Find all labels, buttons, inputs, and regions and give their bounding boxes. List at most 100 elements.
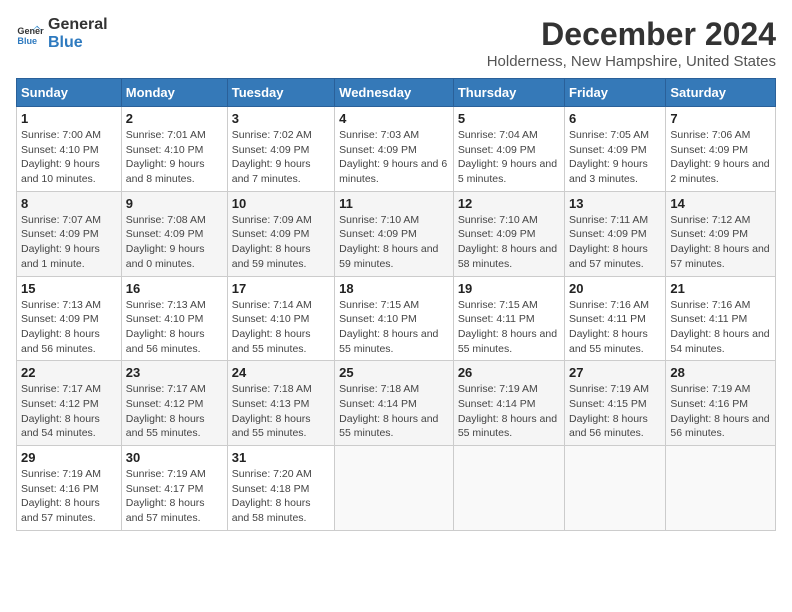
calendar-cell: 11 Sunrise: 7:10 AMSunset: 4:09 PMDaylig… — [335, 191, 454, 276]
day-number: 16 — [126, 281, 223, 296]
calendar-week-2: 8 Sunrise: 7:07 AMSunset: 4:09 PMDayligh… — [17, 191, 776, 276]
calendar-cell: 12 Sunrise: 7:10 AMSunset: 4:09 PMDaylig… — [453, 191, 564, 276]
day-number: 7 — [670, 111, 771, 126]
day-info: Sunrise: 7:17 AMSunset: 4:12 PMDaylight:… — [21, 383, 101, 439]
day-info: Sunrise: 7:19 AMSunset: 4:17 PMDaylight:… — [126, 468, 206, 524]
weekday-header-monday: Monday — [121, 79, 227, 107]
day-number: 10 — [232, 196, 330, 211]
day-number: 21 — [670, 281, 771, 296]
calendar-cell: 1 Sunrise: 7:00 AMSunset: 4:10 PMDayligh… — [17, 107, 122, 192]
logo-icon: General Blue — [16, 20, 44, 48]
day-number: 8 — [21, 196, 117, 211]
calendar-cell: 29 Sunrise: 7:19 AMSunset: 4:16 PMDaylig… — [17, 446, 122, 531]
day-number: 2 — [126, 111, 223, 126]
day-info: Sunrise: 7:10 AMSunset: 4:09 PMDaylight:… — [339, 214, 438, 270]
day-number: 11 — [339, 196, 449, 211]
logo-general: General — [48, 16, 108, 34]
calendar-cell: 17 Sunrise: 7:14 AMSunset: 4:10 PMDaylig… — [227, 276, 334, 361]
day-info: Sunrise: 7:10 AMSunset: 4:09 PMDaylight:… — [458, 214, 557, 270]
calendar-cell: 8 Sunrise: 7:07 AMSunset: 4:09 PMDayligh… — [17, 191, 122, 276]
calendar-cell: 20 Sunrise: 7:16 AMSunset: 4:11 PMDaylig… — [565, 276, 666, 361]
month-title: December 2024 — [487, 16, 776, 53]
calendar-cell: 2 Sunrise: 7:01 AMSunset: 4:10 PMDayligh… — [121, 107, 227, 192]
day-info: Sunrise: 7:08 AMSunset: 4:09 PMDaylight:… — [126, 214, 206, 270]
calendar-cell: 25 Sunrise: 7:18 AMSunset: 4:14 PMDaylig… — [335, 361, 454, 446]
day-number: 15 — [21, 281, 117, 296]
day-info: Sunrise: 7:06 AMSunset: 4:09 PMDaylight:… — [670, 129, 769, 185]
day-info: Sunrise: 7:19 AMSunset: 4:16 PMDaylight:… — [670, 383, 769, 439]
day-number: 23 — [126, 365, 223, 380]
day-number: 17 — [232, 281, 330, 296]
weekday-header-thursday: Thursday — [453, 79, 564, 107]
day-info: Sunrise: 7:01 AMSunset: 4:10 PMDaylight:… — [126, 129, 206, 185]
day-info: Sunrise: 7:12 AMSunset: 4:09 PMDaylight:… — [670, 214, 769, 270]
calendar-cell — [565, 446, 666, 531]
calendar-week-1: 1 Sunrise: 7:00 AMSunset: 4:10 PMDayligh… — [17, 107, 776, 192]
calendar-cell: 26 Sunrise: 7:19 AMSunset: 4:14 PMDaylig… — [453, 361, 564, 446]
day-info: Sunrise: 7:15 AMSunset: 4:11 PMDaylight:… — [458, 299, 557, 355]
calendar-week-5: 29 Sunrise: 7:19 AMSunset: 4:16 PMDaylig… — [17, 446, 776, 531]
day-number: 25 — [339, 365, 449, 380]
page-header: General Blue General Blue December 2024 … — [16, 16, 776, 70]
logo: General Blue General Blue — [16, 16, 108, 51]
calendar-table: SundayMondayTuesdayWednesdayThursdayFrid… — [16, 78, 776, 531]
weekday-header-row: SundayMondayTuesdayWednesdayThursdayFrid… — [17, 79, 776, 107]
day-info: Sunrise: 7:16 AMSunset: 4:11 PMDaylight:… — [670, 299, 769, 355]
calendar-cell: 22 Sunrise: 7:17 AMSunset: 4:12 PMDaylig… — [17, 361, 122, 446]
day-number: 26 — [458, 365, 560, 380]
weekday-header-tuesday: Tuesday — [227, 79, 334, 107]
calendar-cell: 3 Sunrise: 7:02 AMSunset: 4:09 PMDayligh… — [227, 107, 334, 192]
day-info: Sunrise: 7:19 AMSunset: 4:16 PMDaylight:… — [21, 468, 101, 524]
calendar-cell: 24 Sunrise: 7:18 AMSunset: 4:13 PMDaylig… — [227, 361, 334, 446]
calendar-cell: 4 Sunrise: 7:03 AMSunset: 4:09 PMDayligh… — [335, 107, 454, 192]
day-number: 27 — [569, 365, 661, 380]
day-info: Sunrise: 7:18 AMSunset: 4:13 PMDaylight:… — [232, 383, 312, 439]
title-area: December 2024 Holderness, New Hampshire,… — [487, 16, 776, 70]
calendar-cell: 16 Sunrise: 7:13 AMSunset: 4:10 PMDaylig… — [121, 276, 227, 361]
calendar-week-4: 22 Sunrise: 7:17 AMSunset: 4:12 PMDaylig… — [17, 361, 776, 446]
day-number: 22 — [21, 365, 117, 380]
day-info: Sunrise: 7:15 AMSunset: 4:10 PMDaylight:… — [339, 299, 438, 355]
calendar-cell — [335, 446, 454, 531]
day-number: 30 — [126, 450, 223, 465]
weekday-header-wednesday: Wednesday — [335, 79, 454, 107]
day-number: 24 — [232, 365, 330, 380]
calendar-cell: 10 Sunrise: 7:09 AMSunset: 4:09 PMDaylig… — [227, 191, 334, 276]
weekday-header-sunday: Sunday — [17, 79, 122, 107]
day-number: 18 — [339, 281, 449, 296]
svg-text:General: General — [17, 26, 44, 36]
calendar-cell: 7 Sunrise: 7:06 AMSunset: 4:09 PMDayligh… — [666, 107, 776, 192]
calendar-cell: 6 Sunrise: 7:05 AMSunset: 4:09 PMDayligh… — [565, 107, 666, 192]
calendar-cell: 14 Sunrise: 7:12 AMSunset: 4:09 PMDaylig… — [666, 191, 776, 276]
calendar-cell: 9 Sunrise: 7:08 AMSunset: 4:09 PMDayligh… — [121, 191, 227, 276]
day-info: Sunrise: 7:13 AMSunset: 4:09 PMDaylight:… — [21, 299, 101, 355]
day-info: Sunrise: 7:09 AMSunset: 4:09 PMDaylight:… — [232, 214, 312, 270]
logo-blue: Blue — [48, 34, 108, 52]
calendar-week-3: 15 Sunrise: 7:13 AMSunset: 4:09 PMDaylig… — [17, 276, 776, 361]
calendar-cell: 15 Sunrise: 7:13 AMSunset: 4:09 PMDaylig… — [17, 276, 122, 361]
day-info: Sunrise: 7:14 AMSunset: 4:10 PMDaylight:… — [232, 299, 312, 355]
day-info: Sunrise: 7:11 AMSunset: 4:09 PMDaylight:… — [569, 214, 648, 270]
day-number: 9 — [126, 196, 223, 211]
day-info: Sunrise: 7:16 AMSunset: 4:11 PMDaylight:… — [569, 299, 649, 355]
day-info: Sunrise: 7:00 AMSunset: 4:10 PMDaylight:… — [21, 129, 101, 185]
day-number: 6 — [569, 111, 661, 126]
day-info: Sunrise: 7:13 AMSunset: 4:10 PMDaylight:… — [126, 299, 206, 355]
day-number: 13 — [569, 196, 661, 211]
svg-text:Blue: Blue — [17, 35, 37, 45]
calendar-cell: 19 Sunrise: 7:15 AMSunset: 4:11 PMDaylig… — [453, 276, 564, 361]
day-info: Sunrise: 7:05 AMSunset: 4:09 PMDaylight:… — [569, 129, 649, 185]
day-number: 19 — [458, 281, 560, 296]
day-number: 20 — [569, 281, 661, 296]
location-title: Holderness, New Hampshire, United States — [487, 53, 776, 70]
day-info: Sunrise: 7:20 AMSunset: 4:18 PMDaylight:… — [232, 468, 312, 524]
day-info: Sunrise: 7:03 AMSunset: 4:09 PMDaylight:… — [339, 129, 447, 185]
day-number: 31 — [232, 450, 330, 465]
calendar-cell: 23 Sunrise: 7:17 AMSunset: 4:12 PMDaylig… — [121, 361, 227, 446]
day-number: 12 — [458, 196, 560, 211]
day-number: 14 — [670, 196, 771, 211]
calendar-cell — [666, 446, 776, 531]
day-info: Sunrise: 7:19 AMSunset: 4:15 PMDaylight:… — [569, 383, 649, 439]
day-info: Sunrise: 7:04 AMSunset: 4:09 PMDaylight:… — [458, 129, 557, 185]
calendar-cell: 27 Sunrise: 7:19 AMSunset: 4:15 PMDaylig… — [565, 361, 666, 446]
